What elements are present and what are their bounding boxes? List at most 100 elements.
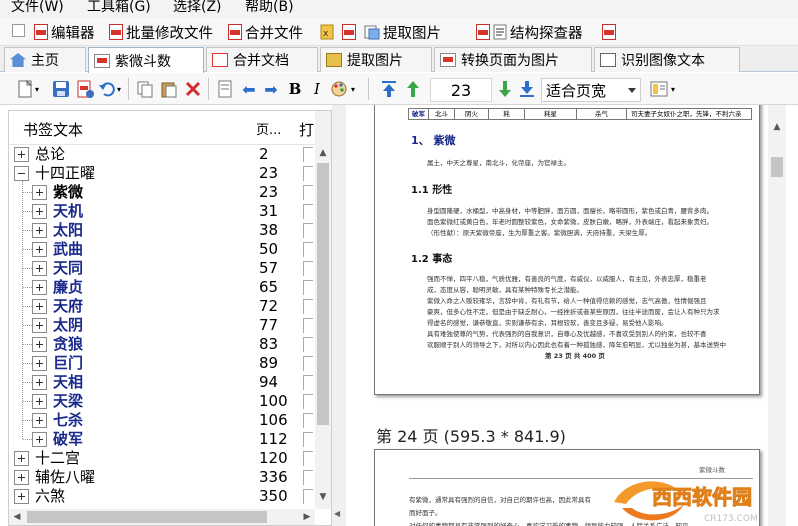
bookmark-row[interactable]: 破军 112 xyxy=(9,430,315,449)
delete-button[interactable] xyxy=(182,78,204,100)
structure-explorer-button[interactable]: 结构探查器 xyxy=(474,21,585,43)
bookmark-row[interactable]: 武曲 50 xyxy=(9,240,315,259)
bookmark-open-cell[interactable] xyxy=(303,280,313,295)
bookmark-row[interactable]: 天相 94 xyxy=(9,373,315,392)
expand-plus-icon[interactable] xyxy=(32,413,47,428)
panel-splitter[interactable]: ◀ xyxy=(332,105,346,526)
bookmark-row[interactable]: 天梁 100 xyxy=(9,392,315,411)
extra-tool-button-1[interactable]: x xyxy=(318,21,336,43)
expand-plus-icon[interactable] xyxy=(32,280,47,295)
properties-button[interactable] xyxy=(214,78,236,100)
menu-toolbox[interactable]: 工具箱(G) xyxy=(85,0,153,18)
bookmark-row[interactable]: 巨门 89 xyxy=(9,354,315,373)
expand-plus-icon[interactable] xyxy=(32,375,47,390)
header-page[interactable]: 页... xyxy=(256,119,281,138)
bookmark-hscroll-thumb[interactable] xyxy=(27,511,267,523)
extra-tool-button-2[interactable] xyxy=(340,21,358,43)
expand-plus-icon[interactable] xyxy=(32,242,47,257)
bookmark-open-cell[interactable] xyxy=(303,185,313,200)
document-scroll-thumb[interactable] xyxy=(771,157,783,177)
bookmark-row[interactable]: 十四正曜 23 xyxy=(9,164,315,183)
bookmark-row[interactable]: 十二宫 120 xyxy=(9,449,315,468)
bookmark-row[interactable]: 天机 31 xyxy=(9,202,315,221)
menu-file[interactable]: 文件(W) xyxy=(9,0,66,18)
bookmark-row[interactable]: 七杀 106 xyxy=(9,411,315,430)
bookmark-row[interactable]: 太阳 38 xyxy=(9,221,315,240)
bookmark-open-cell[interactable] xyxy=(303,375,313,390)
header-open[interactable]: 打 xyxy=(299,119,314,140)
tab-extract-images[interactable]: 提取图片 xyxy=(320,47,432,72)
expand-plus-icon[interactable] xyxy=(32,223,47,238)
expand-plus-icon[interactable] xyxy=(32,261,47,276)
expand-plus-icon[interactable] xyxy=(32,318,47,333)
tab-home[interactable]: 主页 xyxy=(4,47,86,72)
bookmark-open-cell[interactable] xyxy=(303,242,313,257)
bookmark-row[interactable]: 紫微 23 xyxy=(9,183,315,202)
scroll-down-icon[interactable]: ▼ xyxy=(315,489,331,505)
save-as-button[interactable] xyxy=(74,78,96,100)
expand-plus-icon[interactable] xyxy=(32,356,47,371)
tab-merge-documents[interactable]: 合并文档 xyxy=(206,47,318,72)
document-vertical-scrollbar[interactable]: ▲ xyxy=(768,105,786,526)
bookmark-open-cell[interactable] xyxy=(303,489,313,504)
scroll-up-icon[interactable]: ▲ xyxy=(315,145,331,161)
scroll-left-icon[interactable]: ◀ xyxy=(9,509,25,525)
view-options-dropdown[interactable]: ▾ xyxy=(668,78,678,100)
expand-plus-icon[interactable] xyxy=(32,204,47,219)
tab-ziwei-doushu[interactable]: 紫微斗数 xyxy=(88,47,204,73)
bookmark-row[interactable]: 六煞 350 xyxy=(9,487,315,506)
bookmark-open-cell[interactable] xyxy=(303,394,313,409)
tab-convert-pages[interactable]: 转换页面为图片 xyxy=(434,47,592,72)
color-dropdown[interactable]: ▾ xyxy=(348,78,358,100)
expand-plus-icon[interactable] xyxy=(14,147,29,162)
expand-plus-icon[interactable] xyxy=(14,489,29,504)
bookmark-open-cell[interactable] xyxy=(303,318,313,333)
move-right-button[interactable]: ➡ xyxy=(260,78,282,100)
bookmark-open-cell[interactable] xyxy=(303,470,313,485)
extract-images-button[interactable]: 提取图片 xyxy=(362,21,443,43)
bookmark-open-cell[interactable] xyxy=(303,166,313,181)
collapse-minus-icon[interactable] xyxy=(14,166,29,181)
zoom-select[interactable]: 适合页宽 xyxy=(541,78,641,102)
expand-plus-icon[interactable] xyxy=(32,299,47,314)
extra-tool-button-3[interactable] xyxy=(600,21,618,43)
bookmark-row[interactable]: 总论 2 xyxy=(9,145,315,164)
bookmark-open-cell[interactable] xyxy=(303,299,313,314)
expand-plus-icon[interactable] xyxy=(32,394,47,409)
header-bookmark-text[interactable]: 书签文本 xyxy=(23,119,83,140)
undo-dropdown[interactable]: ▾ xyxy=(114,78,124,100)
bookmark-row[interactable]: 天府 72 xyxy=(9,297,315,316)
bookmark-open-cell[interactable] xyxy=(303,451,313,466)
checkbox-icon[interactable] xyxy=(12,24,25,37)
previous-page-button[interactable] xyxy=(402,78,424,100)
last-page-button[interactable] xyxy=(516,78,538,100)
copy-button[interactable] xyxy=(134,78,156,100)
expand-plus-icon[interactable] xyxy=(32,432,47,447)
bookmark-open-cell[interactable] xyxy=(303,432,313,447)
page-number-input[interactable] xyxy=(430,78,492,102)
bookmark-open-cell[interactable] xyxy=(303,356,313,371)
bookmark-vertical-scrollbar[interactable]: ▲ ▼ xyxy=(315,111,331,509)
first-page-button[interactable] xyxy=(378,78,400,100)
expand-plus-icon[interactable] xyxy=(32,185,47,200)
document-view[interactable]: 破军 北斗 阴火 耗 耗星 杀气 司夫妻子女奴仆之职，先锋，不利六亲 1、 紫微… xyxy=(346,105,798,526)
move-left-button[interactable]: ⬅ xyxy=(238,78,260,100)
save-button[interactable] xyxy=(50,78,72,100)
bookmark-row[interactable]: 廉贞 65 xyxy=(9,278,315,297)
next-page-button[interactable] xyxy=(494,78,516,100)
expand-plus-icon[interactable] xyxy=(32,337,47,352)
bookmark-row[interactable]: 太阴 77 xyxy=(9,316,315,335)
color-button[interactable] xyxy=(328,78,350,100)
bookmark-open-cell[interactable] xyxy=(303,147,313,162)
scroll-up-icon[interactable]: ▲ xyxy=(769,119,785,135)
batch-modify-button[interactable]: 批量修改文件 xyxy=(107,21,215,43)
view-options-button[interactable] xyxy=(648,78,670,100)
expand-plus-icon[interactable] xyxy=(14,470,29,485)
editor-button[interactable]: 编辑器 xyxy=(32,21,97,43)
expand-plus-icon[interactable] xyxy=(14,451,29,466)
bookmark-open-cell[interactable] xyxy=(303,204,313,219)
tab-ocr-text[interactable]: 识别图像文本 xyxy=(594,47,740,72)
bookmark-open-cell[interactable] xyxy=(303,413,313,428)
italic-button[interactable]: I xyxy=(306,78,328,100)
scroll-right-icon[interactable]: ▶ xyxy=(299,509,315,525)
